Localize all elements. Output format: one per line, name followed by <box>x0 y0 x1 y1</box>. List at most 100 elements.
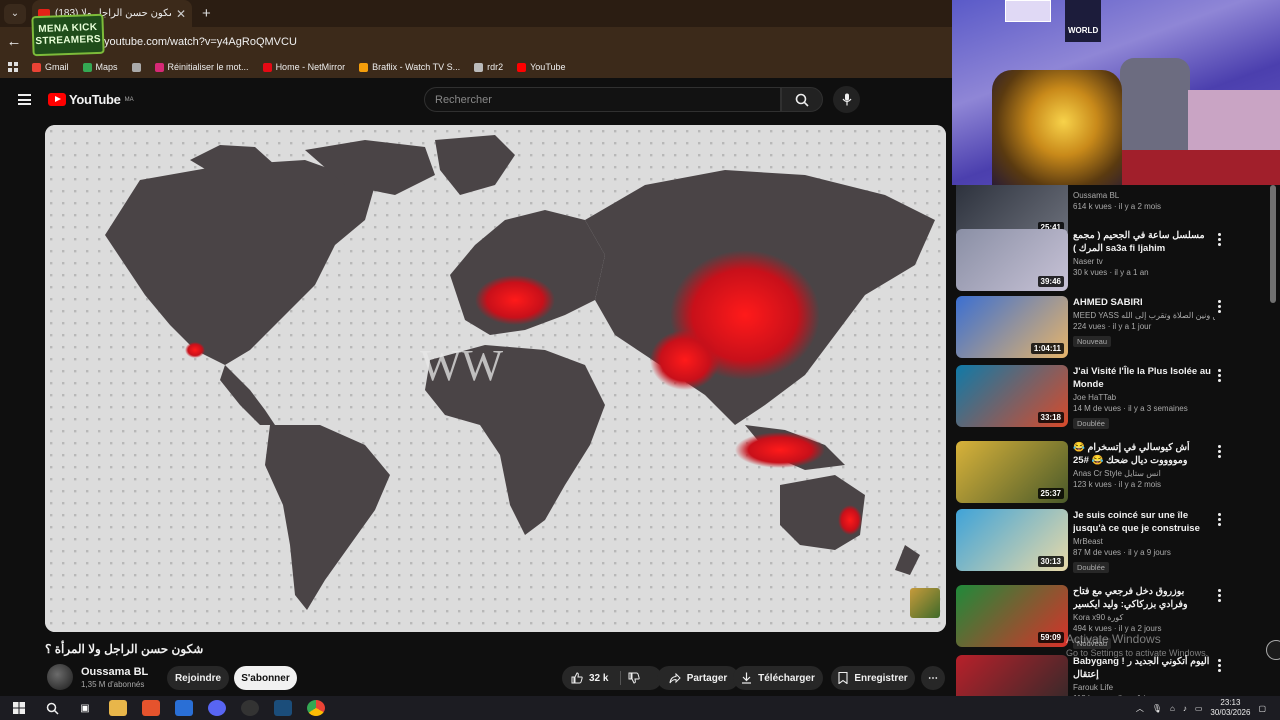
suggested-video[interactable]: 1:04:11 AHMED SABIRI MEED YASS الدم نين حق… <box>956 296 1266 362</box>
join-button[interactable]: Rejoindre <box>167 666 229 690</box>
video-channel[interactable]: Oussama BL <box>1073 191 1215 200</box>
more-options-icon[interactable] <box>1218 659 1222 672</box>
bookmark-item[interactable]: rdr2 <box>474 62 503 72</box>
video-thumbnail[interactable]: 25:37 <box>956 441 1068 503</box>
video-title[interactable]: Babygang ! اليوم أتكوني الجديد ر إعتقال <box>1073 655 1215 681</box>
suggested-video[interactable]: 25:37 أش كيوسالي في إتسخرام 😂 ومووووت ديا… <box>956 441 1266 507</box>
video-thumbnail[interactable]: 1:04:11 <box>956 296 1068 358</box>
bookmark-item[interactable]: Braflix - Watch TV S... <box>359 62 460 72</box>
bookmark-item[interactable]: Gmail <box>32 62 69 72</box>
brave-browser-icon[interactable] <box>142 700 160 716</box>
more-options-icon[interactable] <box>1218 300 1222 313</box>
video-views: 14 M de vues · il y a 3 semaines <box>1073 404 1188 413</box>
suggested-video[interactable]: 39:46 مسلسل ساعة في الجحيم ( مجمع المرك )… <box>956 229 1266 295</box>
close-tab-icon[interactable]: ✕ <box>176 7 186 21</box>
chrome-icon[interactable] <box>307 700 325 716</box>
new-tab-icon[interactable]: + <box>202 5 211 22</box>
youtube-logo-text: YouTube <box>69 92 121 107</box>
thumbs-up-icon <box>571 672 583 684</box>
video-title[interactable]: J'ai Visité l'Île la Plus Isolée au Mond… <box>1073 365 1215 391</box>
video-meta: Babygang ! اليوم أتكوني الجديد ر إعتقال F… <box>1073 655 1215 696</box>
video-thumbnail[interactable] <box>956 655 1068 696</box>
video-channel[interactable]: Naser tv <box>1073 257 1215 266</box>
scrollbar[interactable] <box>1270 185 1276 303</box>
search-button[interactable] <box>781 87 823 112</box>
network-icon[interactable]: ⌂ <box>1170 704 1175 713</box>
video-channel[interactable]: MrBeast <box>1073 537 1215 546</box>
screen: ⌄ (183) شكون حسن الراجل ولا ✕ + ← youtub… <box>0 0 1280 720</box>
clock[interactable]: 23:13 30/03/2026 <box>1210 698 1250 718</box>
video-thumbnail[interactable]: 39:46 <box>956 229 1068 291</box>
bookmark-item[interactable]: Home - NetMirror <box>262 62 345 72</box>
video-meta: J'ai Visité l'Île la Plus Isolée au Mond… <box>1073 365 1215 431</box>
activate-windows-title: Activate Windows <box>1066 632 1161 646</box>
bookmark-item[interactable]: YouTube <box>517 62 566 72</box>
youtube-logo[interactable]: YouTube MA <box>48 92 134 107</box>
more-options-icon[interactable] <box>1218 233 1222 246</box>
video-title[interactable]: AHMED SABIRI <box>1073 296 1215 309</box>
thumbs-down-icon[interactable] <box>628 672 640 684</box>
channel-watermark-avatar[interactable] <box>910 588 940 618</box>
notifications-icon[interactable]: ▢ <box>1258 704 1266 713</box>
download-button[interactable]: Télécharger <box>733 666 823 690</box>
obs-icon[interactable] <box>241 700 259 716</box>
video-channel[interactable]: MEED YASS الدم نين حق ونين الصلاة وتقرب … <box>1073 311 1215 320</box>
task-view-icon[interactable]: ▣ <box>76 700 94 716</box>
suggested-video[interactable]: 30:13 Je suis coincé sur une île jusqu'à … <box>956 509 1266 575</box>
channel-name[interactable]: Oussama BL <box>81 666 148 678</box>
suggested-video[interactable]: 33:18 J'ai Visité l'Île la Plus Isolée au… <box>956 365 1266 431</box>
video-channel[interactable]: Anas Cr Style انس ستايل <box>1073 469 1215 478</box>
microphone-tray-icon[interactable]: 🎙 <box>1152 704 1162 713</box>
video-channel[interactable]: Kora x90 كورة <box>1073 613 1215 622</box>
more-actions-button[interactable]: ⋯ <box>921 666 945 690</box>
search-input[interactable]: Rechercher <box>424 87 781 112</box>
url-field[interactable]: youtube.com/watch?v=y4AgRoQMVCU <box>104 36 297 48</box>
windows-taskbar: ▣ ︿ 🎙 ⌂ ♪ ▭ 23:13 30/03/2026 ▢ <box>0 696 1280 720</box>
menu-icon[interactable] <box>18 94 31 105</box>
search-icon[interactable] <box>43 700 61 716</box>
battery-icon[interactable]: ▭ <box>1195 704 1203 713</box>
video-title[interactable]: مسلسل ساعة في الجحيم ( مجمع المرك ) sa3a… <box>1073 229 1215 255</box>
more-options-icon[interactable] <box>1218 513 1222 526</box>
more-options-icon[interactable] <box>1218 369 1222 382</box>
video-title[interactable]: بوزروق دخل فرجعي مع فتاح وفرادي بزركاكي:… <box>1073 585 1215 611</box>
bookmark-item[interactable] <box>131 62 141 72</box>
video-channel[interactable]: Joe HaTTab <box>1073 393 1215 402</box>
video-thumbnail[interactable]: 30:13 <box>956 509 1068 571</box>
video-meta: أش كيوسالي في إتسخرام 😂 ومووووت ديال ضحك… <box>1073 441 1215 489</box>
video-title[interactable]: أش كيوسالي في إتسخرام 😂 ومووووت ديال ضحك… <box>1073 441 1215 467</box>
hotspot-india <box>650 330 720 390</box>
video-title[interactable]: Je suis coincé sur une île jusqu'à ce qu… <box>1073 509 1215 535</box>
tab-search-button[interactable]: ⌄ <box>4 3 26 24</box>
video-channel[interactable]: Farouk Life <box>1073 683 1215 692</box>
share-button[interactable]: Partager <box>657 666 739 690</box>
video-player[interactable]: WW <box>45 125 946 632</box>
video-thumbnail[interactable]: 33:18 <box>956 365 1068 427</box>
more-options-icon[interactable] <box>1218 589 1222 602</box>
microsoft-store-icon[interactable] <box>175 700 193 716</box>
volume-icon[interactable]: ♪ <box>1183 704 1187 713</box>
steam-icon[interactable] <box>274 700 292 716</box>
video-thumbnail[interactable]: 59:09 <box>956 585 1068 647</box>
bookmark-item[interactable]: Réinitialiser le mot... <box>154 62 249 72</box>
youtube-header: YouTube MA Rechercher <box>0 78 952 122</box>
voice-search-button[interactable] <box>833 86 860 113</box>
subscribe-button[interactable]: S'abonner <box>234 666 297 690</box>
like-button[interactable]: 32 k <box>562 666 662 690</box>
discord-icon[interactable] <box>208 700 226 716</box>
video-duration: 1:04:11 <box>1030 343 1064 354</box>
like-count: 32 k <box>589 672 609 684</box>
suggested-video[interactable]: Babygang ! اليوم أتكوني الجديد ر إعتقال F… <box>956 655 1266 696</box>
file-explorer-icon[interactable] <box>109 700 127 716</box>
apps-grid-icon[interactable] <box>8 62 18 72</box>
channel-avatar[interactable] <box>47 664 73 690</box>
scroll-button[interactable] <box>1266 640 1280 660</box>
bookmark-favicon-icon <box>154 62 164 72</box>
video-badge: Doublée <box>1073 562 1109 573</box>
windows-start-icon[interactable] <box>10 700 28 716</box>
more-options-icon[interactable] <box>1218 445 1222 458</box>
save-button[interactable]: Enregistrer <box>831 666 915 690</box>
back-arrow-icon[interactable]: ← <box>0 33 28 50</box>
bookmark-item[interactable]: Maps <box>82 62 118 72</box>
tray-chevron-icon[interactable]: ︿ <box>1136 703 1144 714</box>
